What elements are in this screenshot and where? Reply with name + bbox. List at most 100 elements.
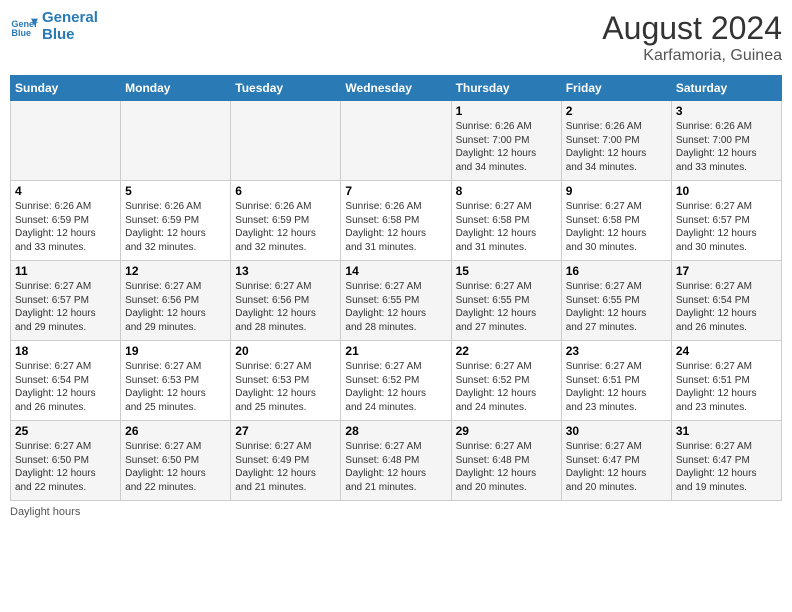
day-info: Sunrise: 6:27 AM Sunset: 6:51 PM Dayligh… [676,360,777,414]
day-number: 12 [125,264,226,278]
location: Karfamoria, Guinea [602,47,782,65]
day-number: 15 [456,264,557,278]
day-number: 24 [676,344,777,358]
page-header: General Blue General Blue August 2024 Ka… [10,10,782,65]
calendar-day-cell: 11 Sunrise: 6:27 AM Sunset: 6:57 PM Dayli… [11,261,121,341]
day-info: Sunrise: 6:27 AM Sunset: 6:55 PM Dayligh… [456,280,557,334]
day-of-week-header: Monday [121,76,231,101]
calendar-table: SundayMondayTuesdayWednesdayThursdayFrid… [10,75,782,501]
calendar-day-cell: 28Sunrise: 6:27 AM Sunset: 6:48 PM Dayli… [341,421,451,501]
day-info: Sunrise: 6:27 AM Sunset: 6:48 PM Dayligh… [456,440,557,494]
day-info: Sunrise: 6:26 AM Sunset: 6:59 PM Dayligh… [15,200,116,254]
calendar-day-cell: 5Sunrise: 6:26 AM Sunset: 6:59 PM Daylig… [121,181,231,261]
day-of-week-header: Sunday [11,76,121,101]
calendar-day-cell: 16 Sunrise: 6:27 AM Sunset: 6:55 PM Dayli… [561,261,671,341]
day-info: Sunrise: 6:27 AM Sunset: 6:58 PM Dayligh… [566,200,667,254]
day-number: 9 [566,184,667,198]
calendar-day-cell: 9 Sunrise: 6:27 AM Sunset: 6:58 PM Daylig… [561,181,671,261]
calendar-week-row: 1 Sunrise: 6:26 AM Sunset: 7:00 PM Daylig… [11,101,782,181]
day-number: 22 [456,344,557,358]
daylight-label: Daylight hours [10,506,80,518]
day-info: Sunrise: 6:27 AM Sunset: 6:56 PM Dayligh… [235,280,336,334]
day-number: 7 [345,184,446,198]
calendar-day-cell: 14Sunrise: 6:27 AM Sunset: 6:55 PM Dayli… [341,261,451,341]
day-number: 8 [456,184,557,198]
calendar-day-cell: 30Sunrise: 6:27 AM Sunset: 6:47 PM Dayli… [561,421,671,501]
day-of-week-header: Tuesday [231,76,341,101]
day-of-week-header: Friday [561,76,671,101]
calendar-week-row: 18 Sunrise: 6:27 AM Sunset: 6:54 PM Dayli… [11,341,782,421]
day-info: Sunrise: 6:27 AM Sunset: 6:54 PM Dayligh… [676,280,777,334]
day-number: 27 [235,424,336,438]
day-info: Sunrise: 6:27 AM Sunset: 6:54 PM Dayligh… [15,360,116,414]
calendar-day-cell: 6 Sunrise: 6:26 AM Sunset: 6:59 PM Daylig… [231,181,341,261]
calendar-week-row: 25 Sunrise: 6:27 AM Sunset: 6:50 PM Dayli… [11,421,782,501]
calendar-day-cell: 1 Sunrise: 6:26 AM Sunset: 7:00 PM Daylig… [451,101,561,181]
day-info: Sunrise: 6:26 AM Sunset: 7:00 PM Dayligh… [566,120,667,174]
calendar-day-cell: 3 Sunrise: 6:26 AM Sunset: 7:00 PM Daylig… [671,101,781,181]
day-info: Sunrise: 6:27 AM Sunset: 6:52 PM Dayligh… [456,360,557,414]
day-info: Sunrise: 6:27 AM Sunset: 6:58 PM Dayligh… [456,200,557,254]
calendar-day-cell: 17 Sunrise: 6:27 AM Sunset: 6:54 PM Dayli… [671,261,781,341]
day-info: Sunrise: 6:27 AM Sunset: 6:48 PM Dayligh… [345,440,446,494]
day-number: 18 [15,344,116,358]
day-number: 26 [125,424,226,438]
day-info: Sunrise: 6:27 AM Sunset: 6:51 PM Dayligh… [566,360,667,414]
day-number: 16 [566,264,667,278]
day-number: 6 [235,184,336,198]
day-info: Sunrise: 6:27 AM Sunset: 6:50 PM Dayligh… [15,440,116,494]
day-number: 17 [676,264,777,278]
day-info: Sunrise: 6:26 AM Sunset: 6:58 PM Dayligh… [345,200,446,254]
day-number: 31 [676,424,777,438]
logo-text: General Blue [42,10,98,43]
day-info: Sunrise: 6:27 AM Sunset: 6:56 PM Dayligh… [125,280,226,334]
calendar-day-cell: 18 Sunrise: 6:27 AM Sunset: 6:54 PM Dayli… [11,341,121,421]
calendar-day-cell [341,101,451,181]
day-number: 23 [566,344,667,358]
day-info: Sunrise: 6:27 AM Sunset: 6:47 PM Dayligh… [566,440,667,494]
day-info: Sunrise: 6:26 AM Sunset: 7:00 PM Dayligh… [676,120,777,174]
logo-icon: General Blue [10,13,38,41]
calendar-day-cell: 27 Sunrise: 6:27 AM Sunset: 6:49 PM Dayli… [231,421,341,501]
calendar-day-cell [11,101,121,181]
calendar-day-cell: 24 Sunrise: 6:27 AM Sunset: 6:51 PM Dayli… [671,341,781,421]
day-info: Sunrise: 6:27 AM Sunset: 6:49 PM Dayligh… [235,440,336,494]
day-number: 1 [456,104,557,118]
calendar-week-row: 11 Sunrise: 6:27 AM Sunset: 6:57 PM Dayli… [11,261,782,341]
day-info: Sunrise: 6:27 AM Sunset: 6:55 PM Dayligh… [566,280,667,334]
calendar-day-cell: 31 Sunrise: 6:27 AM Sunset: 6:47 PM Dayli… [671,421,781,501]
day-info: Sunrise: 6:27 AM Sunset: 6:57 PM Dayligh… [15,280,116,334]
day-info: Sunrise: 6:27 AM Sunset: 6:55 PM Dayligh… [345,280,446,334]
day-info: Sunrise: 6:27 AM Sunset: 6:53 PM Dayligh… [235,360,336,414]
day-info: Sunrise: 6:26 AM Sunset: 7:00 PM Dayligh… [456,120,557,174]
day-number: 19 [125,344,226,358]
month-year: August 2024 [602,10,782,47]
day-of-week-header: Wednesday [341,76,451,101]
day-number: 3 [676,104,777,118]
day-number: 11 [15,264,116,278]
calendar-day-cell: 23 Sunrise: 6:27 AM Sunset: 6:51 PM Dayli… [561,341,671,421]
calendar-day-cell: 20Sunrise: 6:27 AM Sunset: 6:53 PM Dayli… [231,341,341,421]
day-info: Sunrise: 6:27 AM Sunset: 6:47 PM Dayligh… [676,440,777,494]
svg-text:Blue: Blue [11,28,31,38]
day-number: 4 [15,184,116,198]
calendar-day-cell [231,101,341,181]
calendar-header-row: SundayMondayTuesdayWednesdayThursdayFrid… [11,76,782,101]
day-number: 2 [566,104,667,118]
day-info: Sunrise: 6:27 AM Sunset: 6:50 PM Dayligh… [125,440,226,494]
footer: Daylight hours [10,506,782,518]
day-number: 13 [235,264,336,278]
calendar-day-cell [121,101,231,181]
calendar-day-cell: 10Sunrise: 6:27 AM Sunset: 6:57 PM Dayli… [671,181,781,261]
day-info: Sunrise: 6:26 AM Sunset: 6:59 PM Dayligh… [125,200,226,254]
day-number: 25 [15,424,116,438]
day-number: 10 [676,184,777,198]
calendar-day-cell: 15 Sunrise: 6:27 AM Sunset: 6:55 PM Dayli… [451,261,561,341]
day-number: 29 [456,424,557,438]
calendar-day-cell: 2 Sunrise: 6:26 AM Sunset: 7:00 PM Daylig… [561,101,671,181]
calendar-day-cell: 13 Sunrise: 6:27 AM Sunset: 6:56 PM Dayli… [231,261,341,341]
day-info: Sunrise: 6:26 AM Sunset: 6:59 PM Dayligh… [235,200,336,254]
calendar-day-cell: 25 Sunrise: 6:27 AM Sunset: 6:50 PM Dayli… [11,421,121,501]
day-of-week-header: Thursday [451,76,561,101]
calendar-day-cell: 19Sunrise: 6:27 AM Sunset: 6:53 PM Dayli… [121,341,231,421]
